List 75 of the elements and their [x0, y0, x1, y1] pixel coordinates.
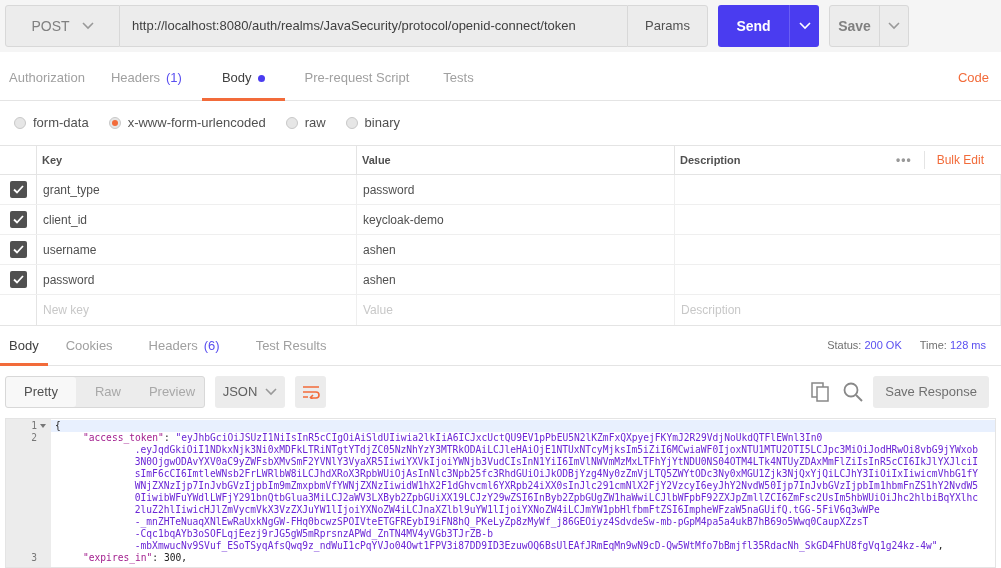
time-text: Time: 128 ms	[919, 338, 986, 354]
url-field[interactable]: http://localhost:8080/auth/realms/JavaSecurity/protocol/openid-connect/token	[120, 5, 627, 47]
tab[interactable]: Test Results	[237, 326, 345, 365]
radio-label[interactable]: raw	[304, 113, 326, 133]
code-link[interactable]: Code	[957, 68, 989, 88]
bulk-edit-link[interactable]: Bulk Edit	[923, 151, 984, 169]
method-dropdown[interactable]: POST	[5, 5, 120, 47]
checkbox[interactable]	[9, 181, 27, 198]
code-line: 2luZ2hlIiwicHJlZmVycmVkX3VzZXJuYW1lIjoiYXNoZW4iLCJnaXZlbl9uYW1lIjoiYXNoZW4iLCJmYW1pbHlfbmFtZSI6ImpheWFzaW5naGUifQ.tGG-5FiV6q3wWPe	[134, 504, 880, 516]
fold-caret-icon[interactable]	[40, 424, 46, 428]
code-line: 3N0OjgwODAvYXV0aC9yZWFsbXMvSmF2YVNlY3VyaXR5IiwiYXVkIjoiYWNjb3VudCIsInN1YiI6ImVlNWVmMzMxLTFhYjYtNDU0NS04OTM4LTk4NTUyZDAxMmFlZiIsInR5cCI6IkJlYXJlciI	[134, 456, 979, 468]
view-mode-tab[interactable]: Pretty	[6, 377, 76, 407]
code-line: .eyJqdGkiOiI1NDkxNjk3Ni0xMDFkLTRiNTgtYTdjZC05NzNhYzY3MTRkODAiLCJleHAiOjE1NTUxNTcyMjksIm5iZiI6MCwiaWF0IjoxNTU1MTU2OTI5LCJpc3MiOiJodHRwOi8vbG9jYWxob	[134, 444, 979, 456]
tab[interactable]: Pre-request Script	[287, 52, 427, 100]
table-cell-text: grant_type	[43, 181, 100, 199]
caret-icon	[265, 388, 278, 396]
code-line: {	[55, 420, 61, 432]
wrap-lines-icon	[301, 385, 320, 399]
save-button[interactable]: Save	[829, 5, 909, 47]
code-line: -Cqc1bqAYb3oSOFLqjEezj9rJG5gW5mRprsnzAPWd_ZnTN4MV4yVGb3TJrZB-b	[134, 528, 493, 540]
table-cell-text: client_id	[43, 211, 88, 229]
save-response-button[interactable]: Save Response	[873, 376, 989, 408]
wrap-lines-button[interactable]	[295, 376, 326, 408]
radio-label[interactable]: form-data	[33, 113, 89, 133]
status-text: Status: 200 OK	[827, 338, 902, 354]
params-button[interactable]: Params	[627, 5, 708, 47]
check-icon	[12, 245, 24, 254]
tab[interactable]: Authorization	[0, 52, 94, 100]
checkbox[interactable]	[9, 241, 27, 258]
table-cell-text: password	[363, 181, 415, 199]
more-options-button[interactable]: •••	[896, 151, 912, 169]
tab[interactable]: Body	[0, 326, 48, 365]
code-line: -_mnZHTeNuaqXNlEwRaUxkNgGW-FHq0bcwzSPOIVteETGFREybI9iFN8hQ_PKeLyZp8zMyWf_j86GEOiyz4SdvdeSw-mb-pGpM4pa5a4ukB7hB69o5Wwq0CaupXZzsT	[134, 516, 869, 528]
view-mode-tab[interactable]: Preview	[140, 377, 204, 407]
radio-button[interactable]	[345, 117, 358, 129]
code-line: -mbXmwucNv9SVuf_ESoTSyqAfsQwq9z_ndWuI1cPqYVJo04Owt1FPV3i87DD9ID3EzuwOQ6BsUlEAfJRmEqMn9wN9cD-Qw5WtMfo7bBmjfl35RdacNh_SkGD4FhU8fgVq1g24kz-4w",	[134, 540, 944, 552]
check-icon	[12, 185, 24, 194]
radio-label[interactable]: x-www-form-urlencoded	[127, 113, 266, 133]
checkbox[interactable]	[9, 271, 27, 288]
code-line: "access_token": "eyJhbGciOiJSUzI1NiIsInR5cCIgOiAiSldUIiwia2lkIiA6ICJxcUctQU9EV1pPbEU5N2lKZmFxQXpyejFKYmJ2R29VdjNoUkdQTFlEWnl3In0	[83, 432, 823, 444]
table-cell-text: username	[43, 241, 97, 259]
line-number: 1	[31, 420, 37, 432]
caret-icon	[81, 22, 94, 30]
column-header: Description	[680, 152, 741, 168]
code-line: WNjZXNzIjp7InJvbGVzIjpbIm9mZmxpbmVfYWNjZXNzIiwidW1hX2F1dGhvcml6YXRpb24iXX0sInJlc291cmNlX2FjY2VzcyI6eyJhY2NvdW50Ijp7InJvbGVzIjpbIm1hbmFnZS1hY2NvdW5	[134, 480, 979, 492]
tab[interactable]: Headers (6)	[130, 326, 238, 365]
view-mode-tab[interactable]: Raw	[76, 377, 140, 407]
checkbox[interactable]	[9, 211, 27, 228]
code-line: sImF6cCI6ImtleWNsb2FrLWRlbW8iLCJhdXRoX3RpbWUiOjAsInNlc3Npb25fc3RhdGUiOiJkODBjYzg4Ny0zZmVjLTQ5ZWYtODc3Ny0xMGU1Zjk3NjQxYjQiLCJhY3IiOiIxIiwicmVhbG1fY	[134, 468, 979, 480]
column-header: Value	[362, 152, 391, 168]
radio-button[interactable]	[285, 117, 298, 129]
code-line: "expires_in": 300,	[83, 552, 187, 564]
column-header: Key	[42, 152, 63, 168]
radio-button[interactable]	[108, 117, 121, 129]
code-line: 0IiwibWFuYWdlLWFjY291bnQtbGlua3MiLCJ2aWV3LXByb2ZpbGUiXX19LCJzY29wZSI6InByb2ZpbGUgZW1haWwiLCJlbWFpbF92ZXJpZmllZCI6ZmFsc2UsIm5hbWUiOiJhc2hlbiBqYXlhc	[134, 492, 979, 504]
radio-button[interactable]	[14, 117, 26, 129]
check-icon	[12, 215, 24, 224]
copy-icon[interactable]	[811, 382, 830, 402]
table-cell-text: ashen	[363, 241, 396, 259]
table-cell-text: password	[43, 271, 95, 289]
table-cell-text: ashen	[363, 271, 396, 289]
line-number: 3	[31, 552, 37, 564]
radio-label[interactable]: binary	[364, 113, 400, 133]
send-button[interactable]: Send	[718, 5, 819, 47]
check-icon	[12, 275, 24, 284]
caret-icon	[798, 22, 811, 30]
tab[interactable]: Tests	[426, 52, 491, 100]
table-cell-text: keycloak-demo	[363, 211, 444, 229]
tab[interactable]: Body	[201, 52, 285, 100]
line-number: 2	[31, 432, 37, 444]
caret-icon	[888, 22, 900, 30]
tab[interactable]: Cookies	[47, 326, 131, 365]
search-icon[interactable]	[843, 382, 864, 402]
tab[interactable]: Headers (1)	[93, 52, 199, 100]
format-dropdown[interactable]: JSON	[215, 376, 285, 408]
